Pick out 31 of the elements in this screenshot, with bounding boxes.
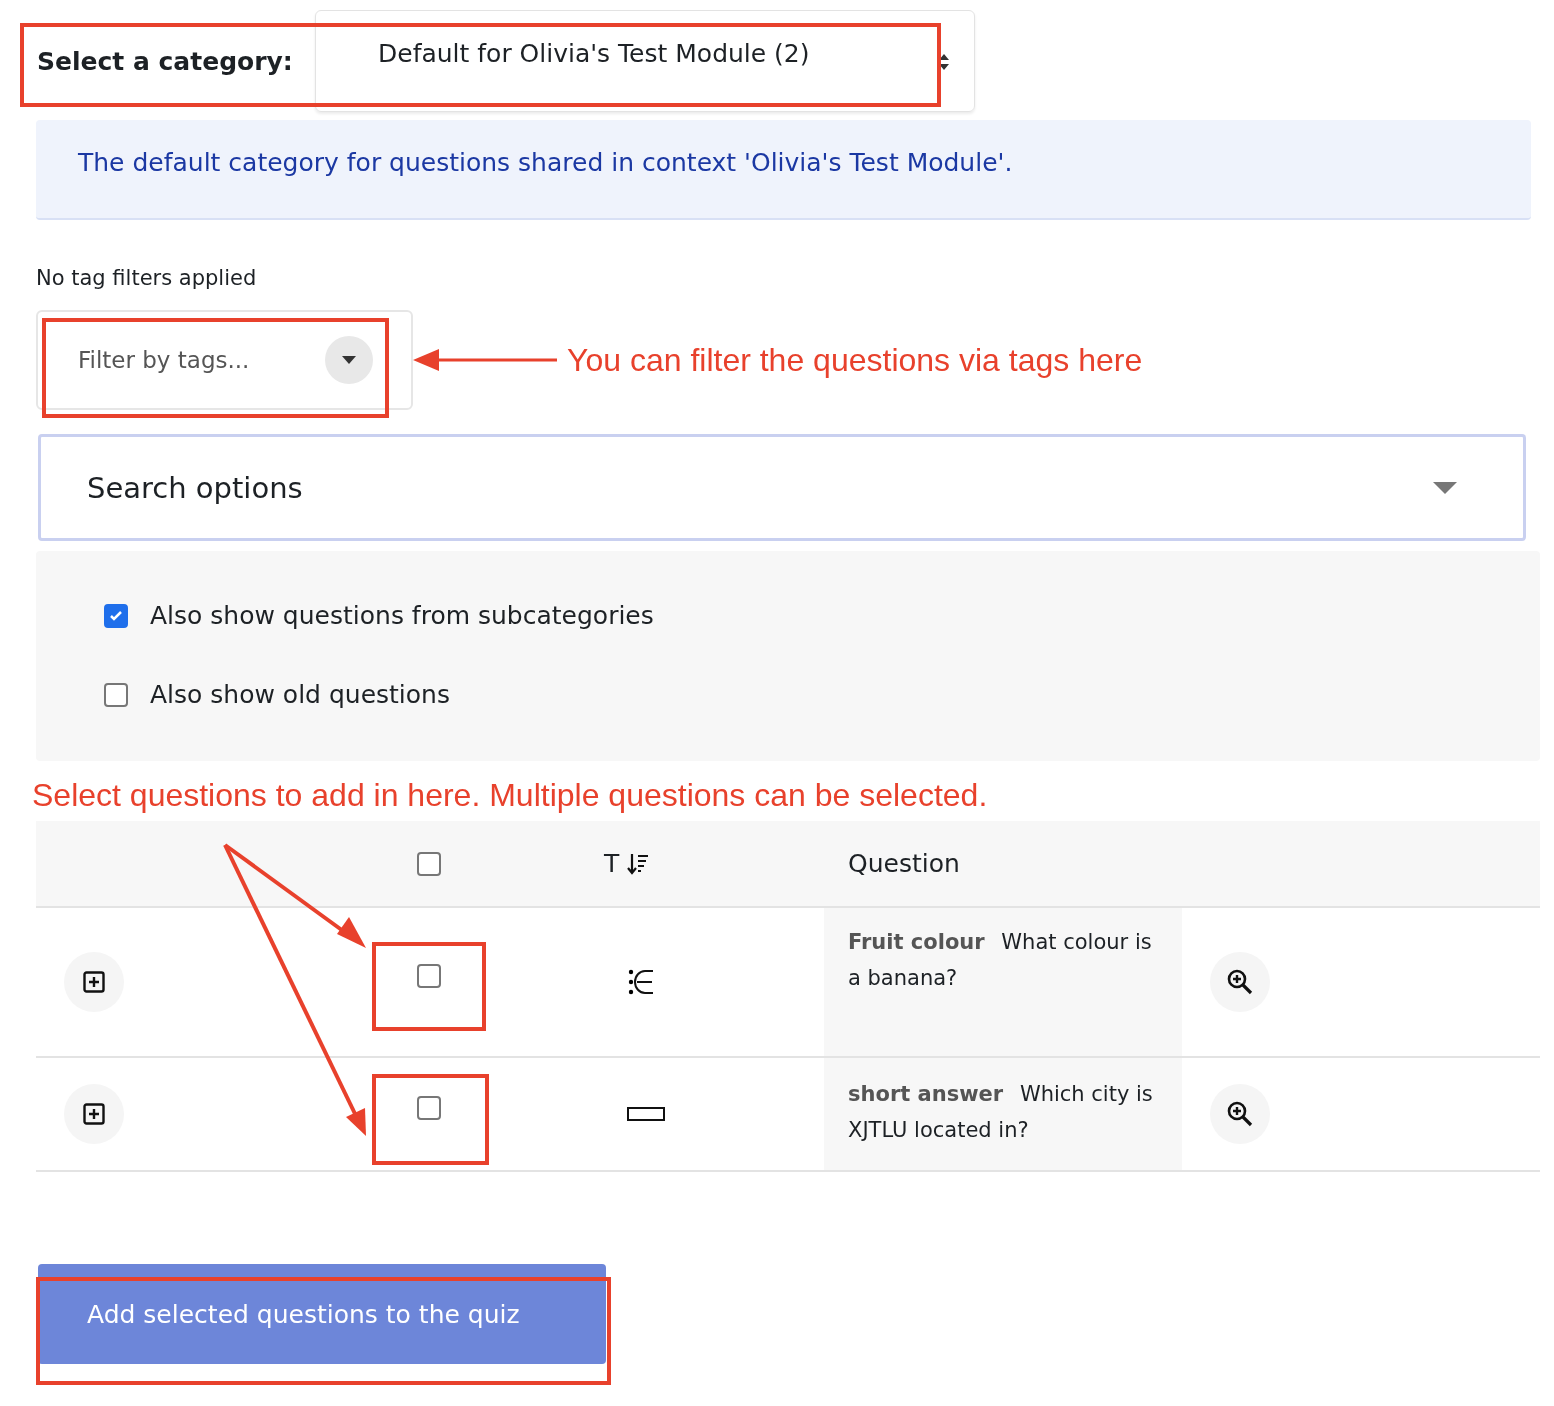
plus-square-icon: [83, 971, 105, 993]
callout-text: You can filter the questions via tags here: [567, 341, 1143, 379]
search-options-header[interactable]: Search options: [38, 434, 1526, 541]
category-label: Select a category:: [37, 46, 294, 76]
tag-filter-status: No tag filters applied: [36, 266, 258, 290]
option-label: Also show old questions: [150, 680, 450, 709]
plus-square-icon: [83, 1103, 105, 1125]
callout-text: Select questions to add in here. Multiple questions can be selected.: [32, 777, 988, 813]
search-options-title: Search options: [87, 470, 303, 505]
sort-icon[interactable]: [627, 852, 650, 875]
checkbox[interactable]: [417, 851, 441, 876]
caret-icon: [342, 356, 356, 364]
caret-icon: [1433, 481, 1457, 494]
dropdown-button[interactable]: [325, 336, 373, 384]
zoom-in-icon: [1227, 1101, 1253, 1127]
checkbox[interactable]: [417, 1096, 441, 1120]
placeholder: Filter by tags...: [78, 347, 250, 373]
category-info: The default category for questions shared in context 'Olivia's Test Module'.: [36, 120, 1531, 220]
zoom-in-icon: [1227, 969, 1253, 995]
sort-arrows-icon: [938, 53, 950, 71]
checkbox[interactable]: [104, 682, 128, 707]
category-select[interactable]: Default for Olivia's Test Module (2): [315, 10, 975, 112]
question-text: short answer Which city is XJTLU located in?: [848, 1082, 1153, 1142]
checkbox[interactable]: [417, 964, 441, 988]
tag-filter-field[interactable]: Filter by tags...: [36, 310, 413, 410]
question-text: Fruit colour What colour is a banana?: [848, 930, 1152, 990]
text-field-icon: [627, 1107, 665, 1121]
option-label: Also show questions from subcategories: [150, 601, 654, 630]
question-header[interactable]: Question: [848, 849, 960, 878]
checkbox[interactable]: [104, 603, 128, 628]
type-header[interactable]: T: [604, 849, 620, 878]
